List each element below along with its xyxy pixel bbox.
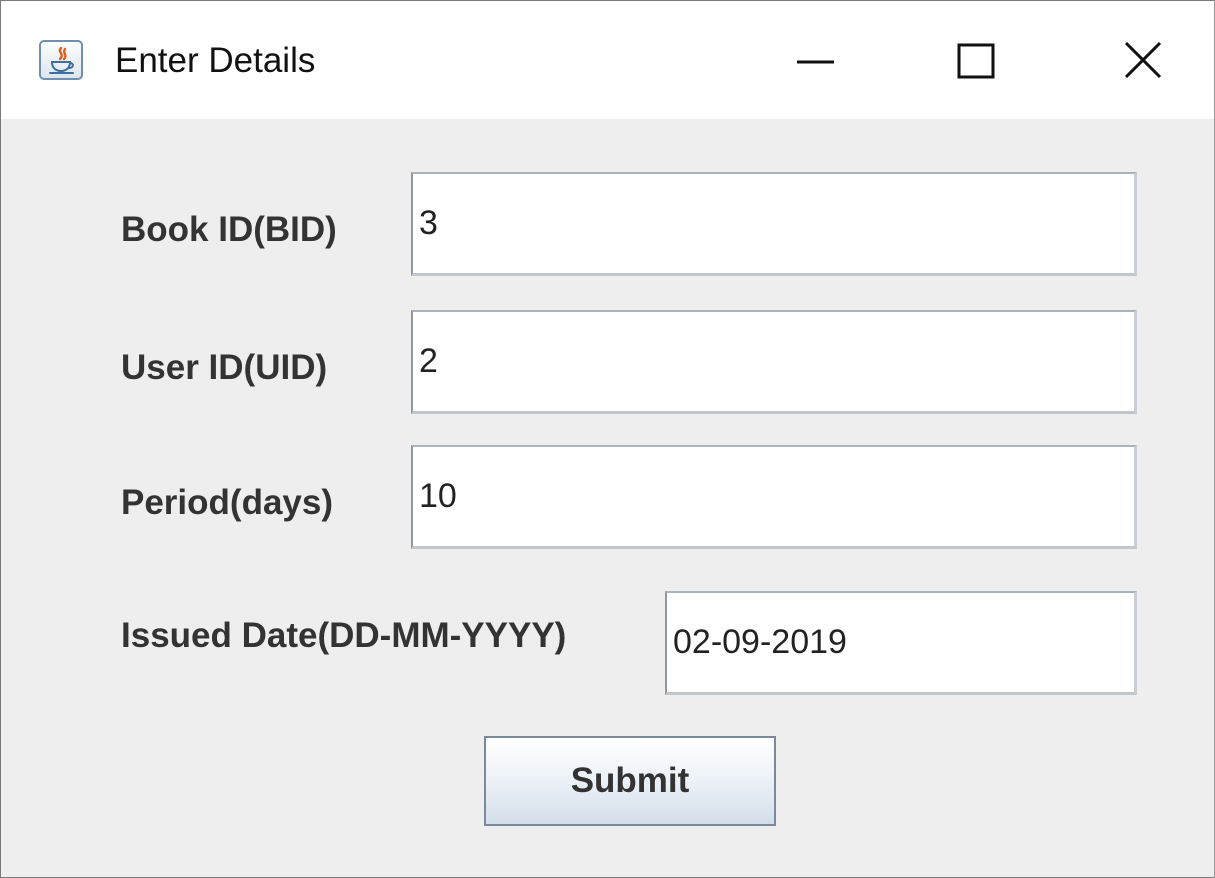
- issued-date-field[interactable]: [665, 591, 1137, 695]
- user-id-label: User ID(UID): [121, 348, 328, 387]
- book-id-label: Book ID(BID): [121, 210, 337, 249]
- title-bar[interactable]: Enter Details: [1, 1, 1214, 119]
- book-id-field[interactable]: [411, 172, 1137, 276]
- user-id-field[interactable]: [411, 310, 1137, 414]
- close-icon: [1124, 41, 1162, 79]
- enter-details-window: Enter Details Book ID(BID) User ID(UID) …: [0, 0, 1215, 878]
- period-field[interactable]: [411, 445, 1137, 549]
- submit-button[interactable]: Submit: [484, 736, 776, 826]
- form-panel: Book ID(BID) User ID(UID) Period(days) I…: [1, 119, 1214, 877]
- window-title: Enter Details: [115, 41, 316, 80]
- minimize-button[interactable]: [789, 27, 853, 91]
- close-button[interactable]: [1108, 27, 1172, 91]
- java-coffee-cup-icon[interactable]: [39, 40, 83, 80]
- maximize-icon: [957, 43, 995, 79]
- issued-date-label: Issued Date(DD-MM-YYYY): [121, 616, 567, 655]
- maximize-button[interactable]: [941, 27, 1005, 91]
- period-label: Period(days): [121, 483, 333, 522]
- minimize-icon: [797, 60, 834, 64]
